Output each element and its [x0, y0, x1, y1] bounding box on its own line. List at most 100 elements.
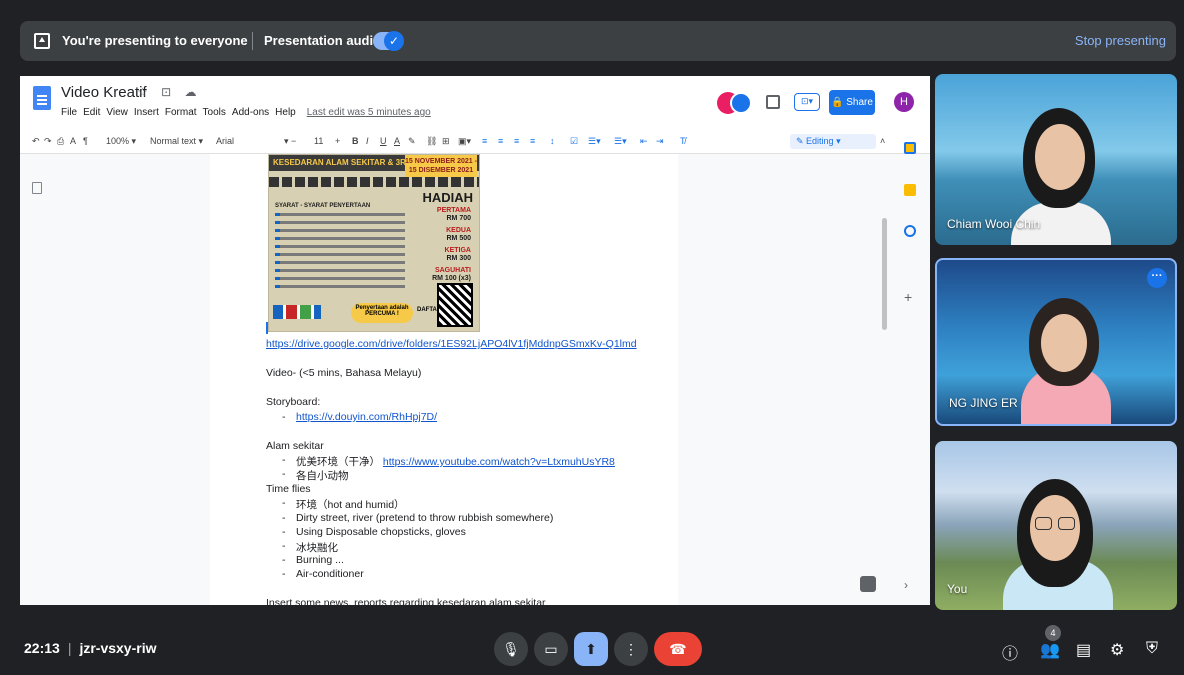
editing-mode-select[interactable]: ✎ Editing ▾: [790, 134, 876, 149]
menu-view[interactable]: View: [106, 107, 128, 118]
google-docs-icon[interactable]: [33, 86, 51, 110]
document-outline-icon[interactable]: [32, 182, 42, 194]
presenting-banner: You're presenting to everyone Presentati…: [20, 21, 1176, 61]
align-left-icon[interactable]: ≡: [482, 136, 487, 146]
zoom-select[interactable]: 100% ▾: [106, 136, 136, 147]
microphone-button[interactable]: 🎙: [494, 632, 528, 666]
youtube-link[interactable]: https://www.youtube.com/watch?v=LtxmuhUs…: [383, 456, 615, 468]
stop-presenting-button[interactable]: Stop presenting: [1075, 33, 1166, 48]
list-item-text: 环境（hot and humid）: [296, 499, 405, 511]
menu-file[interactable]: File: [61, 107, 77, 118]
participant-tile[interactable]: ··· NG JING ER: [935, 258, 1177, 426]
align-right-icon[interactable]: ≡: [514, 136, 519, 146]
list-item-text: 冰块融化: [296, 542, 338, 554]
present-doc-button[interactable]: ⊡▾: [794, 93, 820, 111]
more-options-button[interactable]: ⋮: [614, 632, 648, 666]
chevron-right-icon[interactable]: ›: [904, 578, 908, 592]
font-size-increase[interactable]: +: [335, 136, 340, 146]
font-size-decrease[interactable]: ▾ −: [284, 136, 296, 147]
camera-button[interactable]: ▭: [534, 632, 568, 666]
numbered-list-icon[interactable]: ☰▾: [614, 136, 627, 147]
italic-icon[interactable]: I: [366, 136, 369, 146]
bold-icon[interactable]: B: [352, 136, 359, 146]
meeting-info: 22:13 | jzr-vsxy-riw: [24, 640, 157, 656]
bulleted-list-icon[interactable]: ☰▾: [588, 136, 601, 147]
line-spacing-icon[interactable]: ↕: [550, 136, 555, 146]
menu-insert[interactable]: Insert: [134, 107, 159, 118]
leave-call-button[interactable]: ☎: [654, 632, 702, 666]
drive-folder-link[interactable]: https://drive.google.com/drive/folders/1…: [266, 338, 637, 350]
document-title[interactable]: Video Kreatif: [61, 84, 147, 101]
list-item: - https://v.douyin.com/RhHpj7D/: [282, 411, 582, 425]
participant-count-badge: 4: [1045, 625, 1061, 641]
spellcheck-icon[interactable]: A: [70, 136, 76, 146]
more-options-button[interactable]: ···: [1147, 268, 1167, 288]
meeting-code[interactable]: jzr-vsxy-riw: [79, 640, 156, 656]
checklist-icon[interactable]: ☑: [570, 136, 578, 147]
storyboard-link[interactable]: https://v.douyin.com/RhHpj7D/: [296, 411, 437, 423]
meeting-controls-bar: 22:13 | jzr-vsxy-riw 🎙 ▭ ⬆ ⋮ ☎ ⓘ 4 👥 ▤ ⚙ ⛨: [0, 615, 1184, 675]
keep-app-icon[interactable]: [904, 184, 916, 196]
calendar-app-icon[interactable]: [904, 142, 916, 154]
list-item: - Dirty street, river (pretend to throw …: [282, 512, 642, 526]
explore-icon[interactable]: [860, 576, 876, 592]
document-scrollbar[interactable]: [882, 218, 887, 330]
font-select[interactable]: Arial: [216, 136, 234, 146]
style-select[interactable]: Normal text ▾: [150, 136, 203, 147]
present-now-button[interactable]: ⬆: [574, 632, 608, 666]
bullet-dash: -: [282, 540, 286, 552]
add-app-icon[interactable]: +: [904, 289, 912, 305]
print-icon[interactable]: ⎙: [57, 136, 64, 147]
font-size-value[interactable]: 11: [314, 136, 323, 146]
comment-icon[interactable]: ⊞: [442, 136, 450, 147]
tasks-app-icon[interactable]: [904, 225, 916, 237]
increase-indent-icon[interactable]: ⇥: [656, 136, 664, 147]
redo-icon[interactable]: ↷: [44, 136, 52, 147]
activities-icon[interactable]: ⚙: [1110, 640, 1124, 660]
image-icon[interactable]: ▣▾: [458, 136, 471, 147]
document-page[interactable]: KESEDARAN ALAM SEKITAR & 3R" 15 NOVEMBER…: [210, 154, 678, 605]
text-color-icon[interactable]: A: [394, 136, 400, 146]
menu-help[interactable]: Help: [275, 107, 296, 118]
poster-rule-line: [275, 213, 405, 216]
menu-addons[interactable]: Add-ons: [232, 107, 269, 118]
clear-formatting-icon[interactable]: T̸: [680, 136, 686, 146]
collaborator-avatars[interactable]: [717, 92, 753, 114]
highlight-icon[interactable]: ✎: [408, 136, 416, 147]
paint-format-icon[interactable]: ¶: [83, 136, 88, 146]
host-controls-icon[interactable]: ⛨: [1146, 640, 1158, 658]
people-icon[interactable]: 👥: [1040, 640, 1060, 660]
poster-rule-line: [275, 277, 405, 280]
align-justify-icon[interactable]: ≡: [530, 136, 535, 146]
undo-icon[interactable]: ↶: [32, 136, 40, 147]
poster-rule-line: [275, 269, 405, 272]
poster-rule-line: [275, 245, 405, 248]
collapse-toolbar-icon[interactable]: ˄: [880, 136, 885, 146]
presentation-audio-label: Presentation audio: [264, 33, 382, 48]
star-icon[interactable]: ☆ ⊡ ☁: [137, 85, 201, 99]
comment-history-icon[interactable]: [766, 95, 780, 109]
list-item: - Air-conditioner: [282, 568, 642, 582]
menu-edit[interactable]: Edit: [83, 107, 100, 118]
participant-tile[interactable]: You: [935, 441, 1177, 610]
list-item-text: 各自小动物: [296, 470, 349, 482]
link-icon[interactable]: ⛓: [426, 136, 437, 147]
poster-rule-line: [275, 229, 405, 232]
meeting-details-icon[interactable]: ⓘ: [1002, 640, 1018, 664]
poster-prize-amount: RM 700: [446, 215, 471, 222]
editing-mode-label: Editing: [806, 136, 834, 146]
presentation-audio-toggle[interactable]: ✓: [373, 31, 404, 51]
underline-icon[interactable]: U: [380, 136, 387, 146]
list-item: - Burning ...: [282, 554, 642, 568]
chat-icon[interactable]: ▤: [1076, 640, 1091, 660]
participant-name: You: [947, 582, 968, 596]
last-edit-link[interactable]: Last edit was 5 minutes ago: [307, 107, 431, 118]
decrease-indent-icon[interactable]: ⇤: [640, 136, 648, 147]
menu-format[interactable]: Format: [165, 107, 197, 118]
menu-tools[interactable]: Tools: [203, 107, 226, 118]
share-button[interactable]: 🔒 Share: [829, 90, 875, 115]
text-cursor: [266, 322, 268, 334]
participant-tile[interactable]: Chiam Wooi Chin: [935, 74, 1177, 245]
align-center-icon[interactable]: ≡: [498, 136, 503, 146]
account-avatar[interactable]: H: [894, 92, 914, 112]
